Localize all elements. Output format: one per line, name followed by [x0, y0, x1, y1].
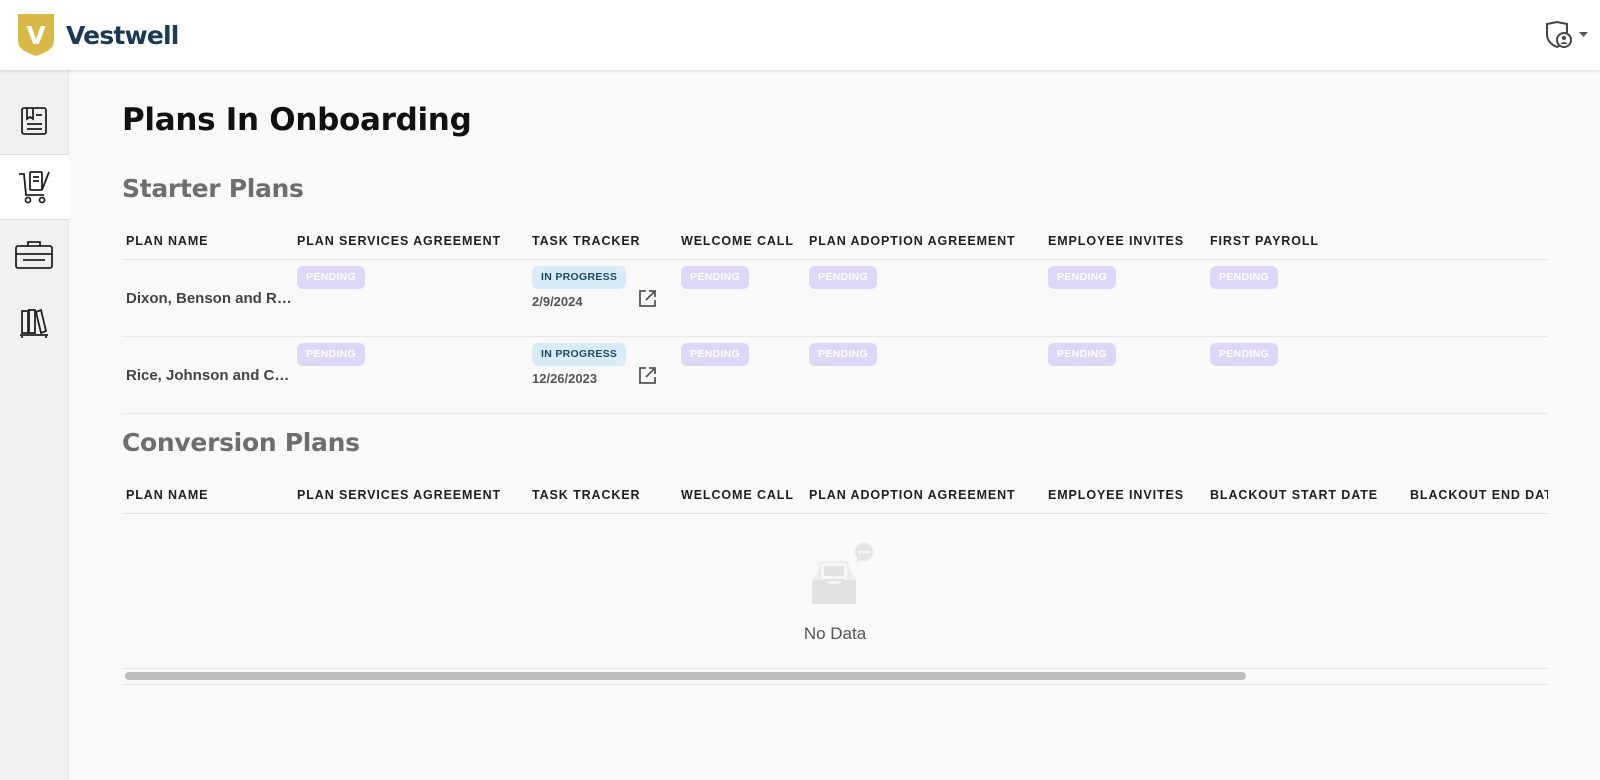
status-badge: PENDING — [809, 343, 877, 366]
caret-down-icon — [1579, 32, 1588, 37]
conversion-plans-title: Conversion Plans — [122, 428, 360, 457]
table-row: Dixon, Benson and Rodriguez PENDING IN P… — [122, 260, 1548, 337]
column-header[interactable]: WELCOME CALL — [681, 234, 794, 248]
column-header[interactable]: PLAN ADOPTION AGREEMENT — [809, 234, 1016, 248]
conversion-plans-table: PLAN NAME PLAN SERVICES AGREEMENT TASK T… — [122, 478, 1548, 685]
column-header[interactable]: BLACKOUT END DATE — [1410, 488, 1548, 502]
status-badge: PENDING — [1048, 266, 1116, 289]
scrollbar-thumb[interactable] — [125, 672, 1246, 680]
sidebar-item-plans[interactable] — [0, 222, 68, 288]
task-tracker-date: 12/26/2023 — [532, 371, 598, 386]
books-icon — [20, 308, 48, 338]
vestwell-logo[interactable]: V Vestwell — [17, 13, 179, 57]
sidebar-item-library[interactable] — [0, 290, 68, 356]
status-badge: PENDING — [297, 266, 365, 289]
status-badge: PENDING — [1210, 343, 1278, 366]
status-badge: PENDING — [297, 343, 365, 366]
column-header[interactable]: FIRST PAYROLL — [1210, 234, 1319, 248]
status-badge: PENDING — [809, 266, 877, 289]
horizontal-scrollbar[interactable] — [122, 669, 1548, 685]
column-header[interactable]: EMPLOYEE INVITES — [1048, 488, 1184, 502]
external-link-icon — [639, 290, 656, 307]
plan-name[interactable]: Dixon, Benson and Rodriguez — [126, 290, 292, 307]
column-header[interactable]: TASK TRACKER — [532, 488, 640, 502]
status-badge: PENDING — [681, 343, 749, 366]
empty-text: No Data — [803, 624, 867, 643]
starter-plans-title: Starter Plans — [122, 174, 304, 203]
briefcase-icon — [15, 241, 53, 269]
vestwell-shield-icon: V — [18, 14, 54, 56]
empty-inbox-icon — [812, 543, 873, 604]
main-content: Plans In Onboarding Starter Plans PLAN N… — [69, 70, 1600, 780]
plan-name[interactable]: Rice, Johnson and Campbell — [126, 367, 292, 384]
status-badge: IN PROGRESS — [532, 266, 627, 289]
column-header[interactable]: PLAN SERVICES AGREEMENT — [297, 488, 501, 502]
table-header: PLAN NAME PLAN SERVICES AGREEMENT TASK T… — [122, 478, 1548, 514]
column-header[interactable]: EMPLOYEE INVITES — [1048, 234, 1184, 248]
top-header: V Vestwell — [0, 0, 1600, 70]
status-badge: PENDING — [681, 266, 749, 289]
column-header[interactable]: WELCOME CALL — [681, 488, 794, 502]
external-link-icon — [639, 367, 656, 384]
column-header[interactable]: PLAN ADOPTION AGREEMENT — [809, 488, 1016, 502]
column-header[interactable]: PLAN NAME — [126, 488, 208, 502]
sidebar-item-onboarding[interactable] — [0, 154, 69, 220]
table-row: Rice, Johnson and Campbell PENDING IN PR… — [122, 337, 1548, 414]
status-badge: IN PROGRESS — [532, 343, 627, 366]
brand-mark: V — [26, 21, 46, 50]
clipboard-list-icon — [21, 107, 47, 135]
sidebar-item-documents[interactable] — [0, 88, 68, 154]
task-tracker-date: 2/9/2024 — [532, 294, 583, 309]
open-task-tracker-link[interactable] — [638, 366, 657, 390]
column-header[interactable]: BLACKOUT START DATE — [1210, 488, 1378, 502]
status-badge: PENDING — [1210, 266, 1278, 289]
cart-document-icon — [18, 171, 50, 204]
sidebar — [0, 70, 69, 780]
shield-user-icon — [1546, 20, 1572, 49]
page-title: Plans In Onboarding — [122, 102, 472, 138]
column-header[interactable]: PLAN SERVICES AGREEMENT — [297, 234, 501, 248]
brand-name: Vestwell — [66, 20, 179, 50]
column-header[interactable]: TASK TRACKER — [532, 234, 640, 248]
user-menu[interactable] — [1543, 20, 1588, 50]
column-header[interactable]: PLAN NAME — [126, 234, 208, 248]
open-task-tracker-link[interactable] — [638, 289, 657, 313]
table-header: PLAN NAME PLAN SERVICES AGREEMENT TASK T… — [122, 224, 1548, 260]
starter-plans-table: PLAN NAME PLAN SERVICES AGREEMENT TASK T… — [122, 224, 1548, 414]
status-badge: PENDING — [1048, 343, 1116, 366]
empty-state: No Data — [122, 514, 1548, 669]
